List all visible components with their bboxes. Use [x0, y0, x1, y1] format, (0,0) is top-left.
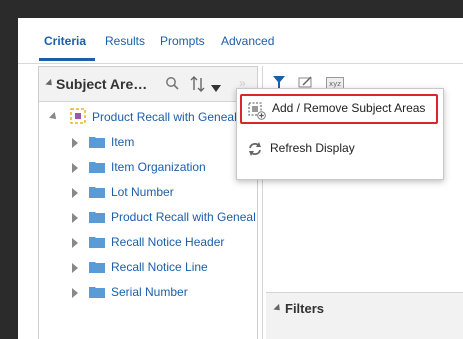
folder-icon — [89, 262, 105, 273]
subject-area-icon — [70, 108, 86, 129]
tree-folder-label[interactable]: Item — [111, 135, 134, 149]
sort-icon[interactable] — [190, 75, 206, 98]
pane-title: Subject Are… — [56, 76, 148, 92]
tree-folder-lot-number[interactable]: Lot Number — [39, 182, 257, 204]
add-remove-subject-areas-menu-item[interactable]: Add / Remove Subject Areas — [240, 94, 438, 124]
subject-areas-header: Subject Are… » — [39, 67, 257, 102]
svg-text:xyz: xyz — [329, 80, 341, 88]
add-subject-area-icon — [248, 102, 266, 120]
tree-root-label[interactable]: Product Recall with Geneal — [92, 110, 237, 124]
folder-icon — [89, 212, 105, 223]
tree-folder-item[interactable]: Item — [39, 132, 257, 154]
tree-folder-serial-number[interactable]: Serial Number — [39, 282, 257, 304]
expand-toggle-icon[interactable] — [72, 138, 78, 148]
tree-folder-label[interactable]: Lot Number — [111, 185, 174, 199]
tree-folder-item-organization[interactable]: Item Organization — [39, 157, 257, 179]
refresh-display-menu-item[interactable]: Refresh Display — [240, 134, 438, 164]
dropdown-arrow-icon[interactable] — [211, 80, 221, 98]
tab-criteria[interactable]: Criteria — [44, 34, 86, 48]
folder-icon — [89, 287, 105, 298]
expand-toggle-icon[interactable] — [72, 288, 78, 298]
expand-toggle-icon[interactable] — [72, 188, 78, 198]
tree-root-row[interactable]: Product Recall with Geneal — [39, 107, 257, 129]
menu-item-label: Add / Remove Subject Areas — [272, 101, 426, 115]
folder-icon — [89, 162, 105, 173]
tree-folder-recall-notice-header[interactable]: Recall Notice Header — [39, 232, 257, 254]
subject-areas-menu: Add / Remove Subject Areas Refresh Displ… — [236, 88, 444, 180]
folder-icon — [89, 237, 105, 248]
expand-toggle-icon[interactable] — [72, 238, 78, 248]
analysis-editor: Criteria Results Prompts Advanced Subjec… — [18, 18, 463, 339]
subject-areas-pane: Subject Are… » Product Recall with Genea… — [38, 66, 258, 339]
tree-folder-recall-notice-line[interactable]: Recall Notice Line — [39, 257, 257, 279]
tab-results[interactable]: Results — [105, 34, 145, 48]
expand-toggle-icon[interactable] — [49, 112, 59, 122]
tab-bar: Criteria Results Prompts Advanced — [18, 18, 463, 64]
tab-divider — [18, 63, 463, 64]
search-icon[interactable] — [165, 75, 179, 96]
collapse-filters-icon[interactable] — [273, 303, 283, 314]
expand-toggle-icon[interactable] — [72, 163, 78, 173]
active-tab-indicator — [39, 58, 95, 61]
expand-toggle-icon[interactable] — [72, 213, 78, 223]
filters-section: Filters — [266, 292, 463, 339]
refresh-icon — [246, 140, 264, 158]
menu-item-label: Refresh Display — [270, 141, 355, 155]
tab-prompts[interactable]: Prompts — [160, 34, 205, 48]
filters-title: Filters — [285, 301, 325, 316]
expand-toggle-icon[interactable] — [72, 263, 78, 273]
tree-folder-label[interactable]: Recall Notice Header — [111, 235, 224, 249]
tree-folder-label[interactable]: Product Recall with Geneal — [111, 210, 256, 224]
tree-folder-label[interactable]: Item Organization — [111, 160, 206, 174]
tree-folder-label[interactable]: Serial Number — [111, 285, 188, 299]
collapse-pane-icon[interactable] — [45, 78, 55, 89]
tree-folder-label[interactable]: Recall Notice Line — [111, 260, 208, 274]
folder-icon — [89, 187, 105, 198]
folder-icon — [89, 137, 105, 148]
tab-advanced[interactable]: Advanced — [221, 34, 274, 48]
tree-folder-product-recall[interactable]: Product Recall with Geneal — [39, 207, 257, 229]
